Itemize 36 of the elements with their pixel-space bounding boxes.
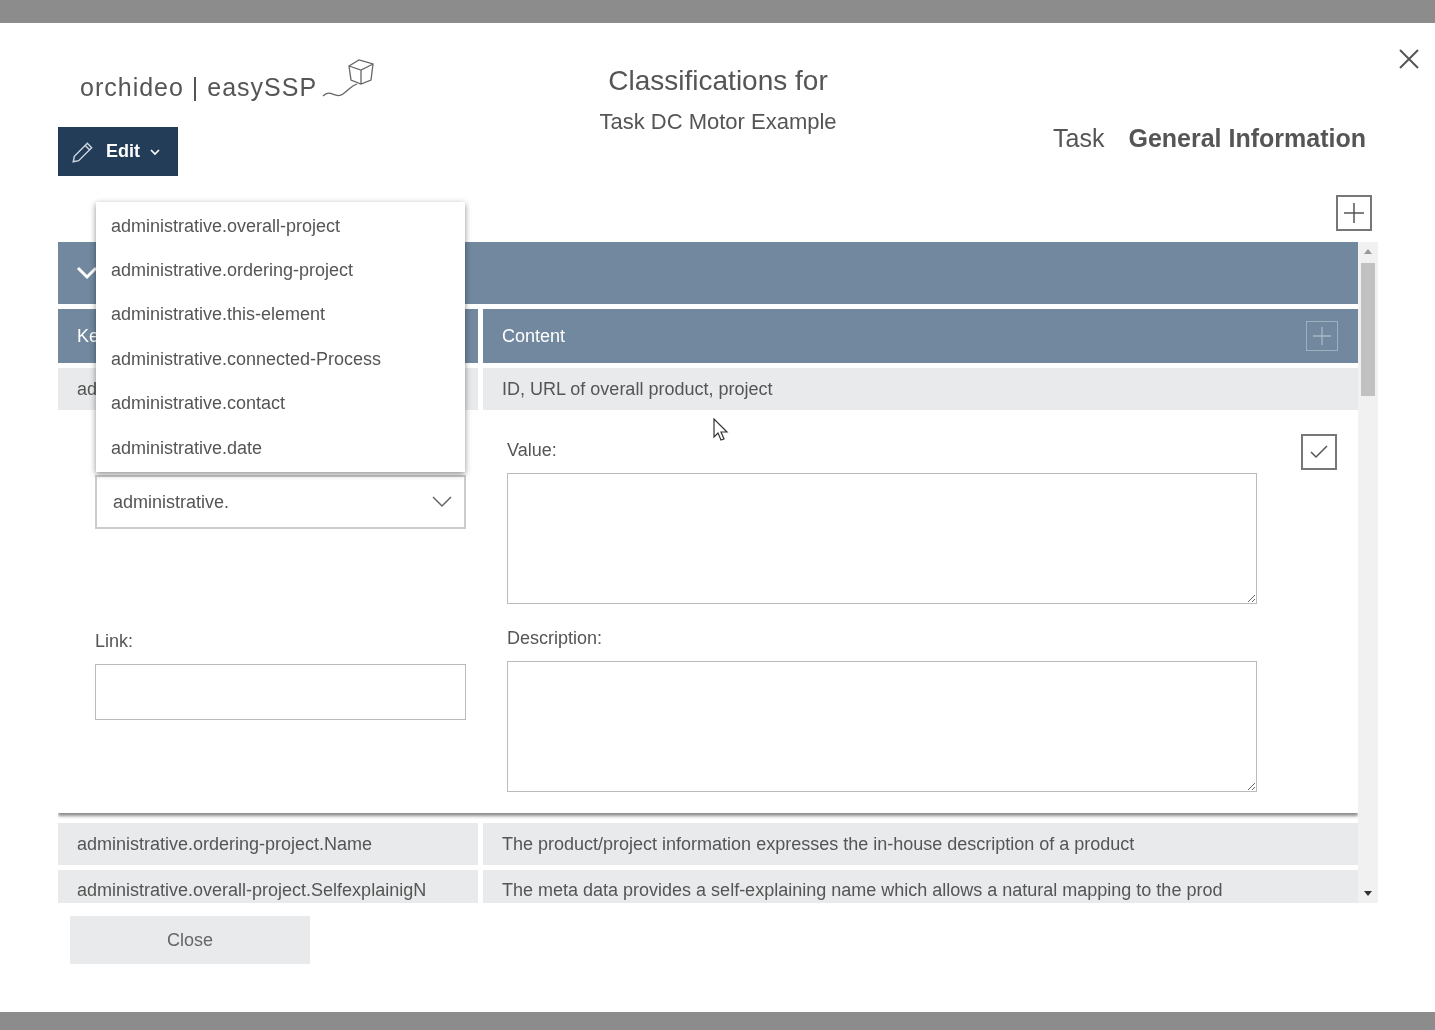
link-label: Link:	[95, 631, 135, 652]
scrollbar[interactable]	[1358, 242, 1378, 903]
table-cell: ID, URL of overall product, project	[483, 368, 1358, 410]
dialog-subtitle: Task DC Motor Example	[599, 109, 837, 135]
table-cell: administrative.ordering-project.Name	[58, 823, 478, 865]
scroll-up-icon[interactable]	[1364, 249, 1372, 254]
close-button[interactable]: Close	[70, 916, 310, 964]
tab[interactable]: Task	[1053, 124, 1105, 153]
scroll-down-icon[interactable]	[1364, 891, 1372, 896]
table-cell: The product/project information expresses the in-house description of a product	[483, 823, 1358, 865]
description-label: Description:	[507, 628, 604, 649]
tab[interactable]: General Information	[1128, 124, 1366, 153]
mouse-pointer-icon	[713, 418, 729, 442]
scroll-thumb[interactable]	[1361, 263, 1375, 396]
confirm-button[interactable]	[1301, 434, 1337, 470]
chevron-icon	[432, 496, 452, 508]
table-cell: administrative.overall-project.SelfexplainigN	[58, 870, 478, 903]
link-field[interactable]	[95, 664, 466, 720]
table-cell: The meta data provides a self-explaining name which allows a natural mapping to the prod	[483, 870, 1358, 903]
caret-icon	[150, 147, 160, 156]
key-select[interactable]: administrative.	[95, 475, 466, 529]
plus-icon	[1343, 202, 1365, 224]
dropdown-option[interactable]: administrative.ordering-project	[96, 248, 465, 293]
close-icon[interactable]	[1397, 47, 1421, 71]
add-row-icon[interactable]	[1306, 321, 1338, 351]
checkmark-icon	[1310, 445, 1328, 459]
add-button[interactable]	[1336, 195, 1372, 231]
dropdown-option[interactable]: administrative.date	[96, 425, 465, 471]
value-label: Value:	[507, 440, 558, 461]
description-field[interactable]	[507, 661, 1257, 792]
value-field[interactable]	[507, 473, 1257, 604]
logo-text: orchideo | easySSP	[80, 73, 318, 102]
dropdown-option[interactable]: administrative.overall-project	[96, 204, 465, 249]
dialog-title: Classifications for	[608, 65, 828, 97]
edit-button[interactable]: Edit	[58, 127, 178, 176]
column-title: Content	[502, 325, 566, 347]
